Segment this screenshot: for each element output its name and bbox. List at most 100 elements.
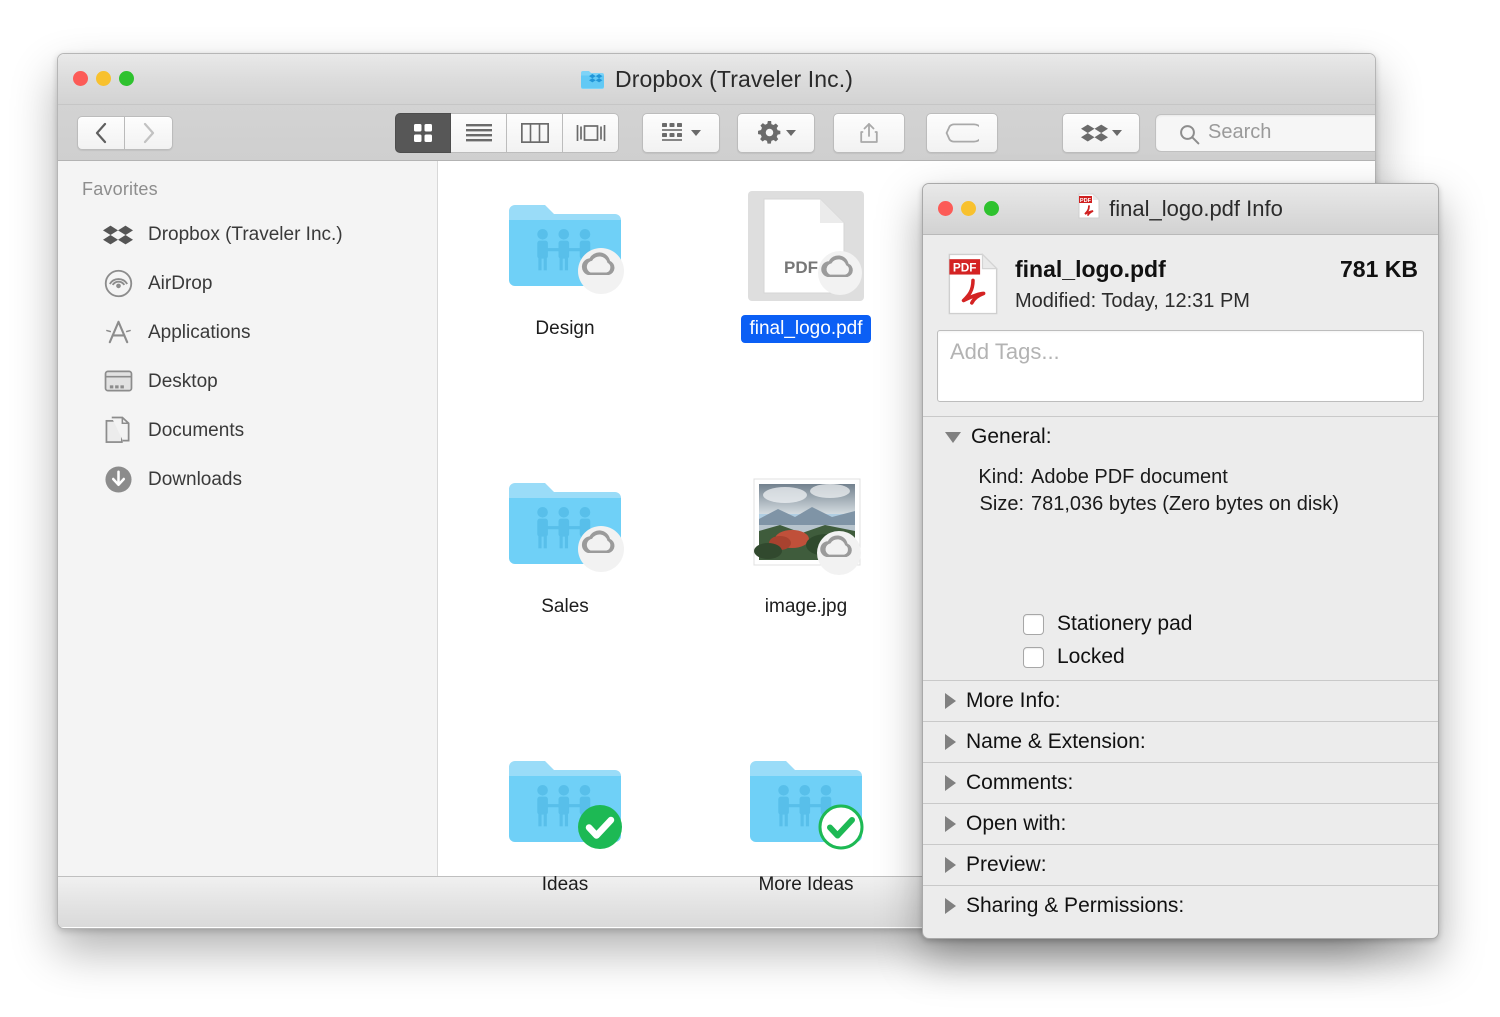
- view-mode-list-button[interactable]: [451, 113, 507, 153]
- gallery-icon: [576, 123, 606, 143]
- file-item-ideas[interactable]: Ideas: [451, 733, 679, 899]
- sidebar-item-downloads[interactable]: Downloads: [58, 455, 437, 504]
- view-mode-column-button[interactable]: [507, 113, 563, 153]
- arrange-button[interactable]: [642, 113, 720, 153]
- shared-folder-icon: [499, 467, 631, 585]
- search-placeholder-text: Search: [1208, 121, 1271, 144]
- airdrop-icon: [102, 268, 134, 300]
- chevron-right-icon[interactable]: [945, 857, 956, 873]
- dropbox-menu-button[interactable]: [1062, 113, 1140, 153]
- info-titlebar[interactable]: PDF final_logo.pdf Info: [923, 184, 1438, 235]
- chevron-down-icon[interactable]: [945, 432, 961, 443]
- file-item-design[interactable]: Design: [451, 177, 679, 343]
- preview-label: Preview:: [966, 853, 1047, 877]
- chevron-right-icon[interactable]: [945, 693, 956, 709]
- finder-titlebar[interactable]: Dropbox (Traveler Inc.): [58, 54, 1375, 105]
- share-icon: [859, 121, 879, 145]
- chevron-right-icon[interactable]: [945, 898, 956, 914]
- documents-icon: [102, 415, 134, 447]
- sidebar-item-desktop[interactable]: Desktop: [58, 357, 437, 406]
- file-item-label: More Ideas: [750, 871, 861, 899]
- locked-checkbox[interactable]: [1023, 647, 1044, 668]
- sidebar-item-documents[interactable]: Documents: [58, 406, 437, 455]
- size-label: Size:: [969, 493, 1024, 516]
- file-item-image-jpg[interactable]: image.jpg: [692, 455, 920, 621]
- sharing-permissions-disclosure-row[interactable]: Sharing & Permissions:: [923, 885, 1438, 926]
- finder-toolbar[interactable]: Search: [58, 105, 1375, 161]
- svg-text:PDF: PDF: [1080, 198, 1092, 204]
- view-mode-gallery-button[interactable]: [563, 113, 619, 153]
- info-title-text: final_logo.pdf Info: [1109, 196, 1283, 222]
- preview-disclosure-row[interactable]: Preview:: [923, 844, 1438, 885]
- more-info-disclosure-row[interactable]: More Info:: [923, 680, 1438, 721]
- chevron-right-icon[interactable]: [945, 734, 956, 750]
- search-icon: [1179, 124, 1200, 151]
- shared-folder-icon: [740, 745, 872, 863]
- forward-button[interactable]: [125, 116, 173, 150]
- chevron-right-icon[interactable]: [945, 775, 956, 791]
- sidebar-item-airdrop[interactable]: AirDrop: [58, 259, 437, 308]
- file-item-more-ideas[interactable]: More Ideas: [692, 733, 920, 899]
- size-value: 781,036 bytes (Zero bytes on disk): [1031, 493, 1339, 516]
- info-modified-label: Modified:: [1015, 290, 1096, 312]
- info-zoom-button[interactable]: [984, 201, 999, 216]
- add-tags-input[interactable]: Add Tags...: [937, 330, 1424, 402]
- stationery-pad-checkbox-row[interactable]: Stationery pad: [923, 612, 1438, 636]
- columns-icon: [521, 123, 549, 143]
- shared-folder-icon: [499, 745, 631, 863]
- chevron-down-icon: [691, 130, 701, 136]
- info-file-size: 781 KB: [1340, 252, 1418, 283]
- more-info-label: More Info:: [966, 689, 1061, 713]
- chevron-right-icon: [142, 122, 156, 144]
- info-minimize-button[interactable]: [961, 201, 976, 216]
- general-fields: Kind: Adobe PDF document Size: 781,036 b…: [923, 457, 1438, 516]
- file-item-label: Ideas: [534, 871, 596, 899]
- locked-checkbox-row[interactable]: Locked: [923, 645, 1438, 669]
- search-input[interactable]: Search: [1155, 114, 1376, 152]
- general-disclosure-row[interactable]: General:: [923, 417, 1438, 457]
- pdf-icon: PDF: [1078, 193, 1100, 225]
- size-row: Size: 781,036 bytes (Zero bytes on disk): [969, 493, 1438, 516]
- info-close-button[interactable]: [938, 201, 953, 216]
- shared-folder-icon: [499, 189, 631, 307]
- dropbox-icon: [102, 219, 134, 251]
- share-button[interactable]: [833, 113, 905, 153]
- action-gear-button[interactable]: [737, 113, 815, 153]
- comments-label: Comments:: [966, 771, 1073, 795]
- back-button[interactable]: [77, 116, 125, 150]
- tags-button[interactable]: [926, 113, 998, 153]
- stationery-pad-checkbox[interactable]: [1023, 614, 1044, 635]
- info-window[interactable]: PDF final_logo.pdf Info PDF final_logo.p: [922, 183, 1439, 939]
- info-traffic-lights: [938, 201, 999, 216]
- dropbox-icon: [1081, 122, 1108, 144]
- stationery-pad-label: Stationery pad: [1057, 612, 1192, 636]
- file-item-label: final_logo.pdf: [741, 315, 870, 343]
- kind-label: Kind:: [969, 466, 1024, 489]
- info-window-title: PDF final_logo.pdf Info: [1078, 193, 1283, 225]
- name-extension-disclosure-row[interactable]: Name & Extension:: [923, 721, 1438, 762]
- arrange-grid-icon: [661, 122, 687, 144]
- sidebar-item-label: Desktop: [148, 371, 218, 393]
- file-item-sales[interactable]: Sales: [451, 455, 679, 621]
- general-label: General:: [971, 425, 1052, 449]
- view-mode-segmented-control[interactable]: [395, 113, 619, 153]
- pdf-icon: PDF: [947, 252, 999, 316]
- general-section: General: Kind: Adobe PDF document Size: …: [923, 417, 1438, 669]
- svg-text:PDF: PDF: [784, 258, 818, 277]
- file-item-final-logo-pdf[interactable]: PDF final_logo.pdf: [692, 177, 920, 343]
- chevron-down-icon: [1112, 130, 1122, 136]
- applications-icon: [102, 317, 134, 349]
- info-header: PDF final_logo.pdf Modified: Today, 12:3…: [923, 235, 1438, 328]
- navigation-buttons: [77, 116, 173, 150]
- add-tags-placeholder: Add Tags...: [950, 339, 1060, 364]
- sidebar-item-dropbox[interactable]: Dropbox (Traveler Inc.): [58, 210, 437, 259]
- finder-sidebar[interactable]: Favorites Dropbox (Traveler Inc.): [58, 161, 438, 876]
- file-item-label: Design: [527, 315, 602, 343]
- comments-disclosure-row[interactable]: Comments:: [923, 762, 1438, 803]
- view-mode-icon-button[interactable]: [395, 113, 451, 153]
- open-with-disclosure-row[interactable]: Open with:: [923, 803, 1438, 844]
- svg-text:PDF: PDF: [953, 261, 977, 275]
- downloads-icon: [102, 464, 134, 496]
- chevron-right-icon[interactable]: [945, 816, 956, 832]
- sidebar-item-applications[interactable]: Applications: [58, 308, 437, 357]
